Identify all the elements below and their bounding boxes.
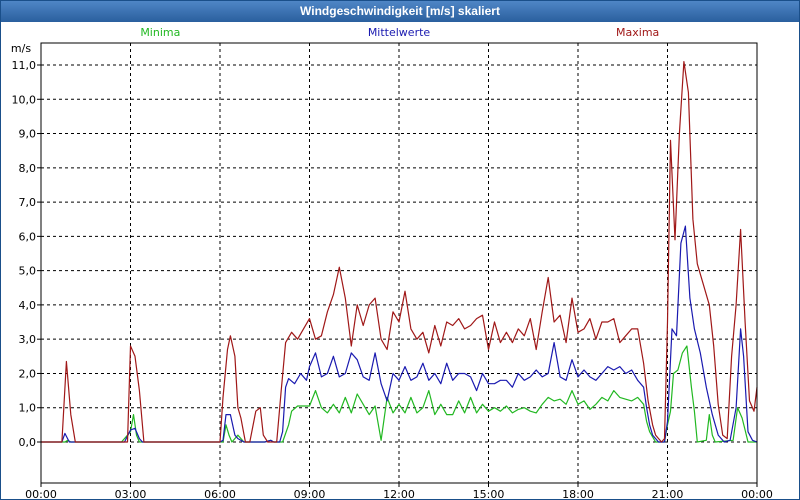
- y-tick-label: 9,0: [19, 128, 37, 141]
- chart-background: [1, 22, 799, 499]
- x-tick-time-label: 21:00: [652, 488, 684, 499]
- y-tick-label: 8,0: [19, 162, 37, 175]
- x-tick-time-label: 06:00: [204, 488, 236, 499]
- x-tick-time-label: 12:00: [383, 488, 415, 499]
- y-tick-label: 5,0: [19, 265, 37, 278]
- x-tick-time-label: 03:00: [115, 488, 147, 499]
- y-tick-label: 11,0: [12, 59, 37, 72]
- x-tick-time-label: 00:00: [25, 488, 57, 499]
- chart-window: Windgeschwindigkeit [m/s] skaliert m/s 0,…: [0, 0, 800, 500]
- y-tick-label: 3,0: [19, 333, 37, 346]
- legend-mittelwerte: Mittelwerte: [368, 26, 431, 39]
- legend-maxima: Maxima: [616, 26, 659, 39]
- y-tick-label: 1,0: [19, 402, 37, 415]
- wind-speed-chart: m/s 0,0 1,0 2,0 3,0 4,0 5,0 6,0 7,0 8,0 9,0 10,0 11,…: [1, 22, 799, 499]
- x-tick-time-label: 09:00: [294, 488, 326, 499]
- x-tick-time-label: 00:00: [741, 488, 773, 499]
- legend-minima: Minima: [140, 26, 180, 39]
- y-tick-label: 7,0: [19, 196, 37, 209]
- y-tick-label: 2,0: [19, 367, 37, 380]
- y-tick-label: 0,0: [19, 436, 37, 449]
- y-tick-label: 4,0: [19, 299, 37, 312]
- window-title: Windgeschwindigkeit [m/s] skaliert: [1, 1, 799, 22]
- x-tick-time-label: 15:00: [473, 488, 505, 499]
- y-tick-label: 10,0: [12, 93, 37, 106]
- x-tick-time-label: 18:00: [562, 488, 594, 499]
- y-tick-label: 6,0: [19, 230, 37, 243]
- y-axis-label: m/s: [11, 42, 31, 55]
